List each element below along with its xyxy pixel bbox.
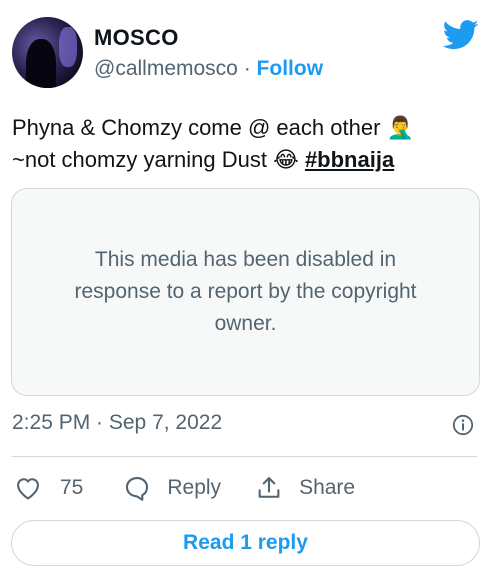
share-label: Share [299, 476, 356, 499]
reply-label: Reply [167, 476, 222, 499]
like-button[interactable]: 75 [14, 474, 83, 502]
disabled-media-message: This media has been disabled in response… [74, 248, 417, 335]
tweet-text: Phyna & Chomzy come @ each other 🤦‍♂️ ~n… [12, 112, 472, 176]
laughing-emoji: 😂 [273, 147, 299, 172]
heart-icon [17, 478, 39, 500]
divider [12, 456, 477, 457]
share-button[interactable]: Share [255, 474, 355, 502]
read-replies-button[interactable]: Read 1 reply [11, 520, 480, 566]
avatar[interactable] [12, 17, 83, 88]
avatar-glow [59, 27, 77, 67]
tweet-text-line2: ~not chomzy yarning Dust [12, 147, 267, 172]
share-icon [258, 477, 280, 498]
tweet-line-2: ~not chomzy yarning Dust 😂 #bbnaija [12, 144, 472, 176]
twitter-bird-icon[interactable] [443, 20, 479, 50]
disabled-media-box: This media has been disabled in response… [11, 188, 480, 396]
avatar-silhouette [26, 39, 56, 88]
facepalm-emoji: 🤦‍♂️ [386, 115, 414, 140]
tweet-line-1: Phyna & Chomzy come @ each other 🤦‍♂️ [12, 112, 472, 144]
author-handle[interactable]: @callmemosco [94, 57, 238, 80]
reply-button[interactable]: Reply [123, 474, 221, 502]
author-name[interactable]: MOSCO [94, 25, 179, 51]
tweet-timestamp[interactable]: 2:25 PM · Sep 7, 2022 [12, 411, 222, 435]
info-icon[interactable] [452, 414, 474, 436]
reply-bubble-icon [126, 477, 149, 501]
like-count: 75 [60, 476, 84, 499]
author-handle-row: @callmemosco · Follow [94, 57, 323, 81]
handle-separator: · [243, 57, 251, 80]
follow-button[interactable]: Follow [257, 57, 324, 80]
hashtag-link[interactable]: #bbnaija [305, 147, 394, 172]
tweet-text-line1: Phyna & Chomzy come @ each other [12, 115, 381, 140]
action-bar: 75 Reply Share [14, 472, 355, 504]
